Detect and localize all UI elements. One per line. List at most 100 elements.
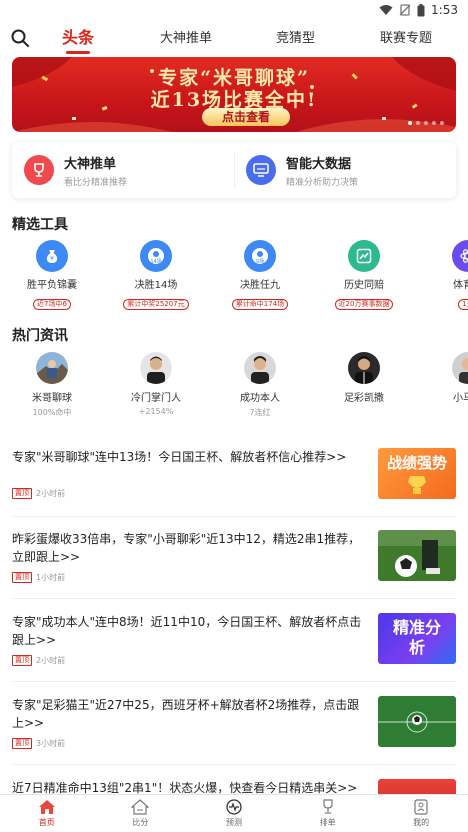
news-title: 专家"成功本人"连中8场！近11中10，今日国王杯、解放者杯点击跟上>> [12,615,362,647]
expert-stat: 100%命中 [32,408,72,417]
promo-banner[interactable]: 专家“米哥聊球” 近13场比赛全中! 点击查看 [12,57,456,132]
thumb-caption: 战绩强势 [386,454,447,472]
news-item[interactable]: 专家"成功本人"连中8场！近11中10，今日国王杯、解放者杯点击跟上>> 置顶 … [12,613,456,695]
card-subtitle: 看比分精准推荐 [64,177,128,188]
experts-row: 米哥聊球 100%命中 冷门掌门人 +2154% 成功本人 7连红 足彩凯撒 小… [0,352,468,422]
battery-icon [417,3,425,16]
pulse-icon [226,799,242,815]
tab-league-topics[interactable]: 联赛专题 [380,27,432,46]
nav-profile[interactable]: 我的 [374,795,468,832]
expert-item[interactable]: 米哥聊球 100%命中 [12,352,92,418]
tool-name: 胜平负锦囊 [27,280,77,291]
news-thumbnail: 战绩强势 [378,448,456,499]
tool-tag: 累计中奖25207元 [123,299,189,310]
nav-scores[interactable]: 比分 [94,795,188,832]
thumb-caption: 精准分析 [392,618,441,657]
tool-item[interactable]: 14场 决胜14场 累计中奖25207元 [116,240,196,310]
nav-ranking[interactable]: 排单 [281,795,375,832]
tool-item[interactable]: ¥ 胜平负锦囊 近7场中6 [12,240,92,310]
tool-tag: 累计命中174场 [231,299,289,310]
svg-text:14场: 14场 [150,258,161,265]
expert-name: 小马哥 [453,393,468,404]
pagination-dot[interactable] [408,121,412,125]
tool-name: 决胜14场 [134,280,178,291]
no-sim-icon [399,4,411,16]
tab-expert-picks[interactable]: 大神推单 [160,27,212,46]
card-subtitle: 精准分析助力决策 [286,177,359,188]
trophy-icon [24,155,54,185]
card-title: 智能大数据 [286,156,352,172]
avatar [348,352,380,384]
tab-headlines[interactable]: 头条 [62,24,94,54]
expert-stat: +2154% [138,407,174,416]
tab-quiz-type[interactable]: 竞猜型 [276,27,315,46]
expert-item[interactable]: 冷门掌门人 +2154% [116,352,196,416]
tool-item[interactable]: 体育元 1天 [428,240,468,310]
avatar [244,352,276,384]
nav-predict[interactable]: 预测 [187,795,281,832]
divider [12,598,456,599]
pagination-dot[interactable] [440,121,444,125]
expert-item[interactable]: 成功本人 7连红 [220,352,300,418]
ball-14-icon: 14场 [140,240,172,272]
pinned-badge: 置顶 [12,738,32,749]
divider [12,516,456,517]
news-item[interactable]: 专家"米哥聊球"连中13场！今日国王杯、解放者杯信心推荐>> 置顶 2小时前 战… [12,448,456,530]
divider [12,764,456,765]
pinned-badge: 置顶 [12,572,32,583]
nav-label: 比分 [132,818,149,827]
avatar [36,352,68,384]
expert-picks-card[interactable]: 大神推单 看比分精准推荐 [12,142,234,198]
tool-tag: 近7场中6 [33,299,71,310]
stadium-icon [131,799,150,815]
top-navigation: 头条 大神推单 竞猜型 联赛专题 [0,20,468,56]
status-bar: 1:53 [0,0,468,20]
news-thumbnail [378,779,456,795]
expert-stat: 7连红 [249,408,271,417]
news-time: 2小时前 [36,656,66,665]
ball-9-icon: 9场 [244,240,276,272]
banner-cta-button[interactable]: 点击查看 [202,108,290,126]
news-time: 1小时前 [36,573,66,582]
news-meta: 置顶 3小时前 [12,738,65,749]
pagination-dot[interactable] [424,121,428,125]
big-data-card[interactable]: 智能大数据 精准分析助力决策 [234,142,456,198]
news-title: 昨彩蛋爆收33倍串，专家"小哥聊彩"近13中12，精选2串1推荐，立即跟上>> [12,532,361,564]
nav-home[interactable]: 首页 [0,795,94,832]
status-time: 1:53 [431,3,458,17]
tool-item[interactable]: 9场 决胜任九 累计命中174场 [220,240,300,310]
news-item[interactable]: 近7日精准命中13组"2串1"！状态火爆，快查看今日精选串关>> [12,779,456,795]
tool-tag: 1天 [458,299,468,310]
expert-name: 成功本人 [240,393,280,404]
profile-icon [414,799,428,815]
news-meta: 置顶 1小时前 [12,572,65,583]
moneybag-icon: ¥ [36,240,68,272]
news-meta: 置顶 2小时前 [12,488,65,499]
news-thumbnail [378,696,456,747]
tool-name: 体育元 [453,280,468,291]
banner-pagination [408,121,444,125]
nav-label: 我的 [413,818,430,827]
tool-tag: 近20万赛事数据 [334,299,394,310]
tools-row: ¥ 胜平负锦囊 近7场中6 14场 决胜14场 累计中奖25207元 9场 决胜… [0,240,468,310]
pagination-dot[interactable] [432,121,436,125]
nav-label: 首页 [38,818,55,827]
news-item[interactable]: 专家"足彩猫王"近27中25，西班牙杯+解放者杯2场推荐，点击跟上>> 置顶 3… [12,696,456,778]
expert-name: 米哥聊球 [32,393,72,404]
tool-item[interactable]: 历史同赔 近20万赛事数据 [324,240,404,310]
avatar [140,352,172,384]
expert-item[interactable]: 小马哥 [428,352,468,404]
quick-cards: 大神推单 看比分精准推荐 智能大数据 精准分析助力决策 [12,142,456,198]
avatar [452,352,468,384]
pagination-dot[interactable] [416,121,420,125]
tool-name: 决胜任九 [240,280,280,291]
news-title: 专家"足彩猫王"近27中25，西班牙杯+解放者杯2场推荐，点击跟上>> [12,698,360,730]
svg-text:9场: 9场 [256,258,264,265]
expert-item[interactable]: 足彩凯撒 [324,352,404,404]
divider [12,681,456,682]
svg-text:¥: ¥ [50,256,54,263]
news-item[interactable]: 昨彩蛋爆收33倍串，专家"小哥聊彩"近13中12，精选2串1推荐，立即跟上>> … [12,530,456,612]
tools-section-title: 精选工具 [12,217,68,233]
bottom-navigation: 首页 比分 预测 排单 我的 [0,794,468,832]
expert-name: 冷门掌门人 [131,393,181,404]
